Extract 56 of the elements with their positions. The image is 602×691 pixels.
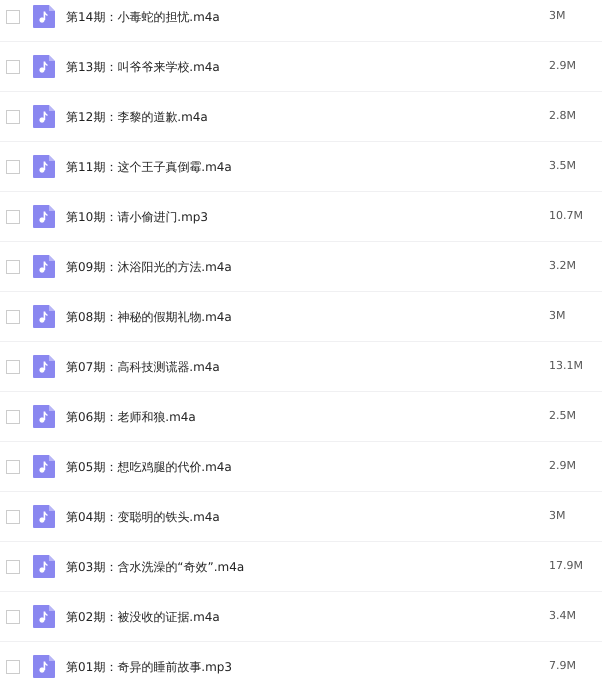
music-file-icon — [33, 455, 55, 478]
checkbox[interactable] — [6, 560, 20, 574]
checkbox[interactable] — [6, 260, 20, 274]
checkbox[interactable] — [6, 510, 20, 524]
file-size: 3.4M — [549, 608, 577, 624]
checkbox[interactable] — [6, 160, 20, 174]
file-size: 3M — [549, 508, 566, 524]
file-name[interactable]: 第08期：神秘的假期礼物.m4a — [66, 308, 232, 326]
file-size: 17.9M — [549, 558, 584, 574]
checkbox[interactable] — [6, 60, 20, 74]
file-size: 2.9M — [549, 58, 577, 74]
file-name[interactable]: 第03期：含水洗澡的“奇效”.m4a — [66, 558, 244, 576]
checkbox[interactable] — [6, 110, 20, 124]
file-size: 3M — [549, 8, 566, 24]
file-size: 13.1M — [549, 358, 584, 374]
file-name[interactable]: 第07期：高科技测谎器.m4a — [66, 358, 220, 376]
checkbox[interactable] — [6, 210, 20, 224]
checkbox[interactable] — [6, 610, 20, 624]
music-file-icon — [33, 505, 55, 528]
file-name[interactable]: 第06期：老师和狼.m4a — [66, 408, 196, 426]
file-size: 3.2M — [549, 258, 577, 274]
file-size: 3M — [549, 308, 566, 324]
music-file-icon — [33, 555, 55, 578]
music-file-icon — [33, 205, 55, 228]
checkbox[interactable] — [6, 660, 20, 674]
music-file-icon — [33, 105, 55, 128]
checkbox[interactable] — [6, 10, 20, 24]
music-file-icon — [33, 55, 55, 78]
checkbox[interactable] — [6, 460, 20, 474]
music-file-icon — [33, 155, 55, 178]
file-size: 10.7M — [549, 208, 584, 224]
music-file-icon — [33, 355, 55, 378]
music-file-icon — [33, 255, 55, 278]
checkbox[interactable] — [6, 310, 20, 324]
music-file-icon — [33, 5, 55, 28]
file-name[interactable]: 第11期：这个王子真倒霉.m4a — [66, 158, 232, 176]
checkbox[interactable] — [6, 360, 20, 374]
file-name[interactable]: 第02期：被没收的证据.m4a — [66, 608, 220, 626]
file-size: 3.5M — [549, 158, 577, 174]
file-name[interactable]: 第09期：沐浴阳光的方法.m4a — [66, 258, 232, 276]
file-size: 7.9M — [549, 658, 577, 674]
file-name[interactable]: 第13期：叫爷爷来学校.m4a — [66, 58, 220, 76]
music-file-icon — [33, 305, 55, 328]
file-name[interactable]: 第12期：李黎的道歉.m4a — [66, 108, 208, 126]
file-size: 2.9M — [549, 458, 577, 474]
file-size: 2.5M — [549, 408, 577, 424]
checkbox[interactable] — [6, 410, 20, 424]
file-name[interactable]: 第10期：请小偷进门.mp3 — [66, 208, 208, 226]
file-name[interactable]: 第04期：变聪明的铁头.m4a — [66, 508, 220, 526]
music-file-icon — [33, 405, 55, 428]
music-file-icon — [33, 655, 55, 678]
file-name[interactable]: 第05期：想吃鸡腿的代价.m4a — [66, 458, 232, 476]
file-name[interactable]: 第14期：小毒蛇的担忧.m4a — [66, 8, 220, 26]
music-file-icon — [33, 605, 55, 628]
file-size: 2.8M — [549, 108, 577, 124]
file-name[interactable]: 第01期：奇异的睡前故事.mp3 — [66, 658, 232, 676]
